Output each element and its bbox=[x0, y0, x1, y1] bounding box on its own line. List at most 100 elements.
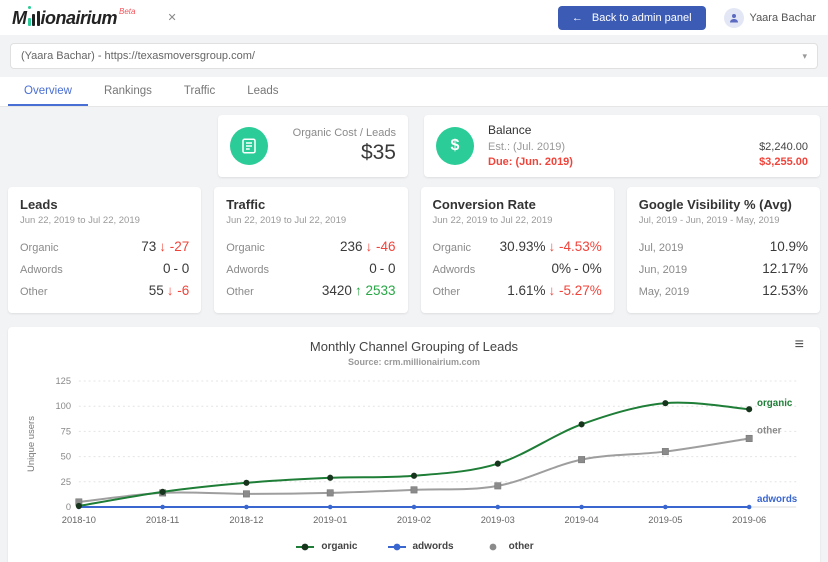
svg-text:2019-02: 2019-02 bbox=[397, 514, 431, 525]
legend-marker-organic bbox=[296, 543, 315, 550]
stat-row-may: May, 2019 12.53% bbox=[638, 282, 808, 298]
logo-prefix: M bbox=[12, 8, 27, 28]
site-selector-band: (Yaara Bachar) - https://texasmoversgrou… bbox=[0, 35, 828, 75]
svg-text:2019-05: 2019-05 bbox=[648, 514, 682, 525]
card-title: Google Visibility % (Avg) bbox=[638, 197, 792, 212]
user-menu[interactable]: Yaara Bachar bbox=[723, 7, 816, 28]
site-selector-value: (Yaara Bachar) - https://texasmoversgrou… bbox=[21, 50, 255, 62]
stat-row-adwords: Adwords 0% - 0% bbox=[432, 260, 602, 276]
stat-row-adwords: Adwords 0- 0 bbox=[226, 260, 396, 276]
stat-row-organic: Organic 73 ↓ -27 bbox=[20, 238, 190, 254]
svg-text:Unique users: Unique users bbox=[25, 416, 36, 472]
chart-subtitle: Source: crm.millionairium.com bbox=[347, 357, 481, 367]
tab-rankings[interactable]: Rankings bbox=[88, 77, 168, 106]
header-right: ← Back to admin panel Yaara Bachar bbox=[557, 5, 816, 30]
chart-legend: organic adwords other bbox=[22, 541, 806, 552]
balance-row-due: Due: (Jun. 2019) $3,255.00 bbox=[488, 155, 808, 168]
tab-traffic[interactable]: Traffic bbox=[168, 77, 231, 106]
stat-row-other: Other 3420 ↑ 2533 bbox=[226, 282, 396, 298]
stat-rows: Jul, 2019 10.9% Jun, 2019 12.17% May, 20… bbox=[639, 235, 808, 301]
logo-bars-icon bbox=[27, 6, 40, 26]
svg-text:50: 50 bbox=[61, 451, 71, 462]
svg-text:organic: organic bbox=[757, 398, 793, 409]
legend-label: adwords bbox=[412, 541, 454, 552]
organic-cost-values: Organic Cost / Leads $35 bbox=[293, 127, 396, 165]
site-selector[interactable]: (Yaara Bachar) - https://texasmoversgrou… bbox=[10, 43, 818, 69]
back-arrow-icon: ← bbox=[571, 11, 583, 24]
stat-row-organic: Organic 236 ↓ -46 bbox=[226, 238, 396, 254]
stat-row-jul: Jul, 2019 10.9% bbox=[638, 238, 808, 254]
stat-row-organic: Organic 30.93% ↓ -4.53% bbox=[432, 238, 602, 254]
leads-chart-svg: 0 25 50 75 100 125 2018-10 2018-11 2018-12 2019-0… bbox=[25, 375, 798, 525]
collapse-icon[interactable]: ✕ bbox=[167, 11, 176, 24]
stat-rows: Organic 30.93% ↓ -4.53% Adwords 0% - 0% Ot… bbox=[433, 235, 602, 301]
svg-text:2018-10: 2018-10 bbox=[62, 514, 96, 525]
card-subtitle: Jul, 2019 - Jun, 2019 - May, 2019 bbox=[638, 215, 780, 226]
svg-text:125: 125 bbox=[55, 375, 71, 386]
summary-row-spacer bbox=[8, 115, 202, 177]
app-logo[interactable]: M ionairium Beta bbox=[12, 6, 136, 28]
tab-leads[interactable]: Leads bbox=[231, 77, 294, 106]
legend-item-adwords[interactable]: adwords bbox=[386, 541, 454, 552]
card-subtitle: Jun 22, 2019 to Jul 22, 2019 bbox=[20, 215, 140, 226]
chart-header: Monthly Channel Grouping of Leads Source… bbox=[22, 337, 806, 368]
svg-text:adwords: adwords bbox=[757, 494, 798, 505]
organic-cost-value: $35 bbox=[360, 141, 396, 164]
leads-chart-card: Monthly Channel Grouping of Leads Source… bbox=[8, 327, 820, 562]
balance-row-est: Est.: (Jul. 2019) $2,240.00 bbox=[488, 140, 808, 153]
stat-row-adwords: Adwords 0- 0 bbox=[20, 260, 190, 276]
svg-text:75: 75 bbox=[61, 425, 71, 436]
summary-row: Organic Cost / Leads $35 $ Balance Est.:… bbox=[8, 115, 820, 177]
stat-rows: Organic 236 ↓ -46 Adwords 0- 0 Other 3420… bbox=[226, 235, 395, 301]
stat-row-other: Other 55 ↓ -6 bbox=[20, 282, 190, 298]
svg-text:other: other bbox=[757, 425, 782, 436]
legend-label: organic bbox=[321, 541, 358, 552]
back-to-admin-button[interactable]: ← Back to admin panel bbox=[557, 5, 706, 30]
back-button-label: Back to admin panel bbox=[591, 11, 692, 24]
stats-row: Leads Jun 22, 2019 to Jul 22, 2019 Organ… bbox=[8, 187, 820, 313]
card-subtitle: Jun 22, 2019 to Jul 22, 2019 bbox=[432, 215, 553, 226]
stat-row-jun: Jun, 2019 12.17% bbox=[638, 260, 808, 276]
main-content: Organic Cost / Leads $35 $ Balance Est.:… bbox=[0, 115, 828, 562]
stat-row-other: Other 1.61% ↓ -5.27% bbox=[432, 282, 602, 298]
card-title: Traffic bbox=[226, 197, 266, 212]
balance-title: Balance bbox=[488, 122, 532, 137]
chart-menu-icon[interactable]: ≡ bbox=[795, 337, 804, 353]
svg-text:25: 25 bbox=[61, 476, 71, 487]
svg-text:2019-01: 2019-01 bbox=[313, 514, 347, 525]
clipboard-icon bbox=[230, 127, 268, 165]
tab-overview[interactable]: Overview bbox=[8, 77, 88, 106]
svg-text:100: 100 bbox=[55, 400, 71, 411]
card-title: Conversion Rate bbox=[432, 197, 536, 212]
chart-title: Monthly Channel Grouping of Leads bbox=[309, 339, 519, 354]
google-visibility-card: Google Visibility % (Avg) Jul, 2019 - Ju… bbox=[626, 187, 820, 313]
svg-text:0: 0 bbox=[66, 501, 71, 512]
card-subtitle: Jun 22, 2019 to Jul 22, 2019 bbox=[226, 215, 347, 226]
caret-down-icon: ▾ bbox=[802, 50, 807, 61]
svg-text:2018-11: 2018-11 bbox=[146, 514, 179, 525]
conversion-rate-card: Conversion Rate Jun 22, 2019 to Jul 22, … bbox=[420, 187, 614, 313]
svg-text:2019-04: 2019-04 bbox=[565, 514, 599, 525]
organic-cost-card: Organic Cost / Leads $35 bbox=[218, 115, 408, 177]
balance-body: Balance Est.: (Jul. 2019) $2,240.00 Due:… bbox=[488, 123, 808, 170]
svg-text:2019-06: 2019-06 bbox=[732, 514, 766, 525]
legend-item-other[interactable]: other bbox=[482, 541, 534, 552]
legend-label: other bbox=[508, 541, 534, 552]
traffic-card: Traffic Jun 22, 2019 to Jul 22, 2019 Org… bbox=[214, 187, 408, 313]
dollar-icon: $ bbox=[436, 127, 474, 165]
leads-card: Leads Jun 22, 2019 to Jul 22, 2019 Organ… bbox=[8, 187, 202, 313]
organic-cost-label: Organic Cost / Leads bbox=[292, 127, 396, 139]
user-name: Yaara Bachar bbox=[749, 11, 816, 24]
logo-suffix: ionairium bbox=[40, 8, 118, 28]
legend-marker-adwords bbox=[387, 543, 406, 550]
legend-item-organic[interactable]: organic bbox=[294, 541, 358, 552]
card-title: Leads bbox=[20, 197, 58, 212]
app-header: M ionairium Beta ✕ ← Back to admin panel… bbox=[0, 0, 828, 35]
stat-rows: Organic 73 ↓ -27 Adwords 0- 0 Other 55 ↓ -… bbox=[20, 235, 189, 301]
main-tabs: Overview Rankings Traffic Leads bbox=[0, 77, 828, 107]
beta-badge: Beta bbox=[119, 7, 136, 16]
balance-card: $ Balance Est.: (Jul. 2019) $2,240.00 Du… bbox=[424, 115, 820, 177]
svg-text:2019-03: 2019-03 bbox=[481, 514, 515, 525]
legend-marker-other bbox=[489, 543, 497, 550]
svg-text:2018-12: 2018-12 bbox=[229, 514, 263, 525]
